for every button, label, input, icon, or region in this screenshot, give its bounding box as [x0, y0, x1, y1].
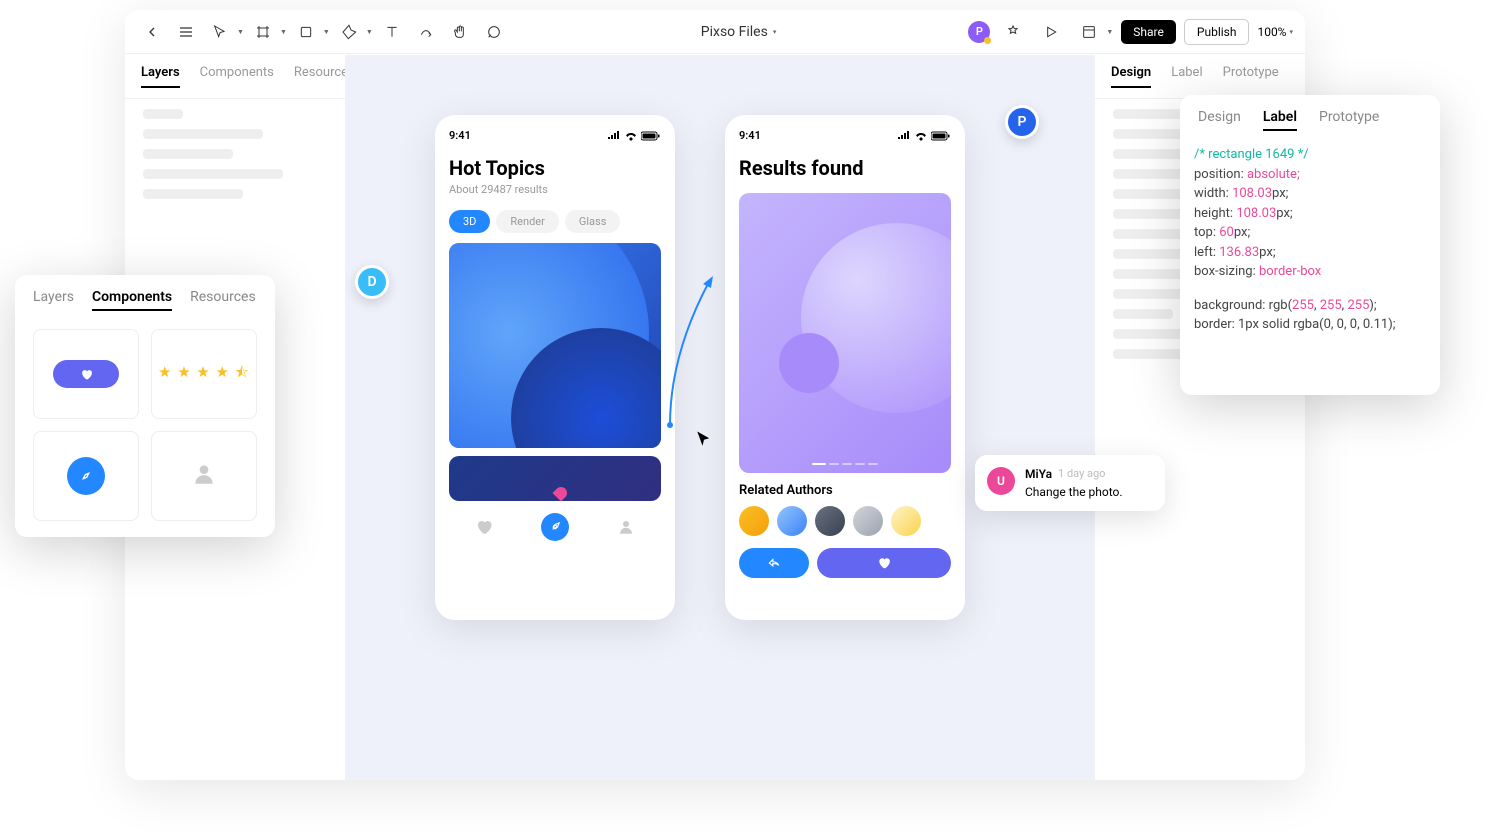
skeleton-line: [1113, 309, 1173, 319]
skeleton-line: [143, 149, 233, 159]
tab-components[interactable]: Components: [200, 65, 274, 88]
tab-prototype[interactable]: Prototype: [1319, 109, 1379, 131]
tab-design[interactable]: Design: [1111, 65, 1151, 88]
avatar[interactable]: [777, 506, 807, 536]
status-icons: [607, 129, 661, 142]
skeleton-line: [143, 189, 243, 199]
skeleton-line: [1113, 229, 1183, 239]
skeleton-line: [143, 109, 183, 119]
status-bar: 9:41: [449, 129, 661, 142]
resize-handle[interactable]: [659, 243, 661, 245]
left-panel: Layers Components Resources: [125, 55, 345, 209]
heart-icon[interactable]: [470, 513, 498, 541]
text-tool-icon[interactable]: [377, 17, 407, 47]
tab-design[interactable]: Design: [1198, 109, 1241, 131]
frame-tool-icon[interactable]: [248, 17, 278, 47]
collaborator-cursor-d: D: [355, 265, 389, 299]
user-icon[interactable]: [612, 513, 640, 541]
chevron-down-icon[interactable]: ▼: [1106, 28, 1113, 36]
user-avatar[interactable]: P: [968, 21, 990, 43]
tab-resources[interactable]: Resources: [190, 289, 256, 311]
component-compass[interactable]: [33, 431, 139, 521]
comment-text: Change the photo.: [1025, 485, 1123, 499]
skeleton-line: [143, 129, 263, 139]
resize-handle[interactable]: [659, 446, 661, 448]
app-window: ▼ ▼ ▼ ▼ Pixso Files▾ P ▼ Share Publish 1…: [125, 10, 1305, 780]
related-heading: Related Authors: [739, 483, 951, 498]
file-title[interactable]: Pixso Files▾: [509, 24, 969, 40]
resize-handle[interactable]: [449, 446, 451, 448]
tab-layers[interactable]: Layers: [33, 289, 74, 311]
tab-glass[interactable]: Glass: [565, 210, 621, 233]
tab-layers[interactable]: Layers: [141, 65, 180, 88]
tab-prototype[interactable]: Prototype: [1223, 65, 1279, 88]
skeleton-line: [1113, 109, 1183, 119]
secondary-image[interactable]: [449, 456, 661, 501]
filter-tabs: 3D Render Glass: [449, 210, 661, 233]
component-user[interactable]: [151, 431, 257, 521]
components-panel: Layers Components Resources ★ ★ ★ ★ ⯪: [15, 275, 275, 537]
avatar[interactable]: [891, 506, 921, 536]
canvas[interactable]: 9:41 Hot Topics About 29487 results 3D R…: [345, 55, 1095, 780]
bottom-nav: [449, 501, 661, 541]
tab-components[interactable]: Components: [92, 289, 172, 311]
back-icon[interactable]: [137, 17, 167, 47]
component-heart-button[interactable]: [33, 329, 139, 419]
share-button[interactable]: Share: [1121, 20, 1176, 44]
arrow-tool-icon[interactable]: [411, 17, 441, 47]
component-star-rating[interactable]: ★ ★ ★ ★ ⯪: [151, 329, 257, 419]
tab-render[interactable]: Render: [496, 210, 558, 233]
comment-time: 1 day ago: [1058, 467, 1105, 481]
compass-icon[interactable]: [541, 513, 569, 541]
cursor-tool-icon[interactable]: [205, 17, 235, 47]
pagination-dots: [812, 463, 878, 465]
selection-outline: [449, 243, 661, 448]
tab-3d[interactable]: 3D: [449, 210, 490, 233]
tab-label[interactable]: Label: [1171, 65, 1202, 88]
collaborator-cursor-p: P: [1005, 105, 1039, 139]
hand-tool-icon[interactable]: [445, 17, 475, 47]
skeleton-line: [143, 169, 283, 179]
like-button[interactable]: [817, 548, 951, 578]
comment-tool-icon[interactable]: [479, 17, 509, 47]
shape-tool-icon[interactable]: [291, 17, 321, 47]
chevron-down-icon[interactable]: ▼: [366, 28, 373, 36]
pen-tool-icon[interactable]: [334, 17, 364, 47]
avatar[interactable]: [739, 506, 769, 536]
cursor-icon: [695, 430, 713, 453]
chevron-down-icon[interactable]: ▼: [237, 28, 244, 36]
publish-button[interactable]: Publish: [1184, 19, 1250, 45]
toolbar: ▼ ▼ ▼ ▼ Pixso Files▾ P ▼ Share Publish 1…: [125, 10, 1305, 54]
result-image[interactable]: [739, 193, 951, 473]
status-bar: 9:41: [739, 129, 951, 142]
code-inspect-panel: Design Label Prototype /* rectangle 1649…: [1180, 95, 1440, 395]
comment-avatar: U: [987, 467, 1015, 495]
play-icon[interactable]: [1036, 17, 1066, 47]
comment-author: MiYa: [1025, 467, 1052, 481]
avatar[interactable]: [853, 506, 883, 536]
status-time: 9:41: [739, 129, 761, 142]
selected-image[interactable]: [449, 243, 661, 448]
share-button[interactable]: [739, 548, 809, 578]
heading: Hot Topics: [449, 156, 661, 180]
author-avatars: [739, 506, 951, 536]
subtitle: About 29487 results: [449, 183, 661, 196]
tab-label[interactable]: Label: [1263, 109, 1297, 131]
menu-icon[interactable]: [171, 17, 201, 47]
artboard-hot-topics[interactable]: 9:41 Hot Topics About 29487 results 3D R…: [435, 115, 675, 620]
heading: Results found: [739, 156, 951, 180]
zoom-control[interactable]: 100%▾: [1257, 25, 1293, 39]
chevron-down-icon[interactable]: ▼: [280, 28, 287, 36]
status-icons: [897, 129, 951, 142]
star-icon: ★ ★ ★ ★ ⯪: [158, 362, 250, 387]
code-content[interactable]: /* rectangle 1649 */ position: absolute;…: [1180, 137, 1440, 343]
layout-icon[interactable]: [1074, 17, 1104, 47]
artboard-results[interactable]: 9:41 Results found Related Authors: [725, 115, 965, 620]
status-time: 9:41: [449, 129, 471, 142]
avatar[interactable]: [815, 506, 845, 536]
resize-handle[interactable]: [449, 243, 451, 245]
comment-card[interactable]: U MiYa 1 day ago Change the photo.: [975, 455, 1165, 511]
chevron-down-icon[interactable]: ▼: [323, 28, 330, 36]
plugin-icon[interactable]: [998, 17, 1028, 47]
